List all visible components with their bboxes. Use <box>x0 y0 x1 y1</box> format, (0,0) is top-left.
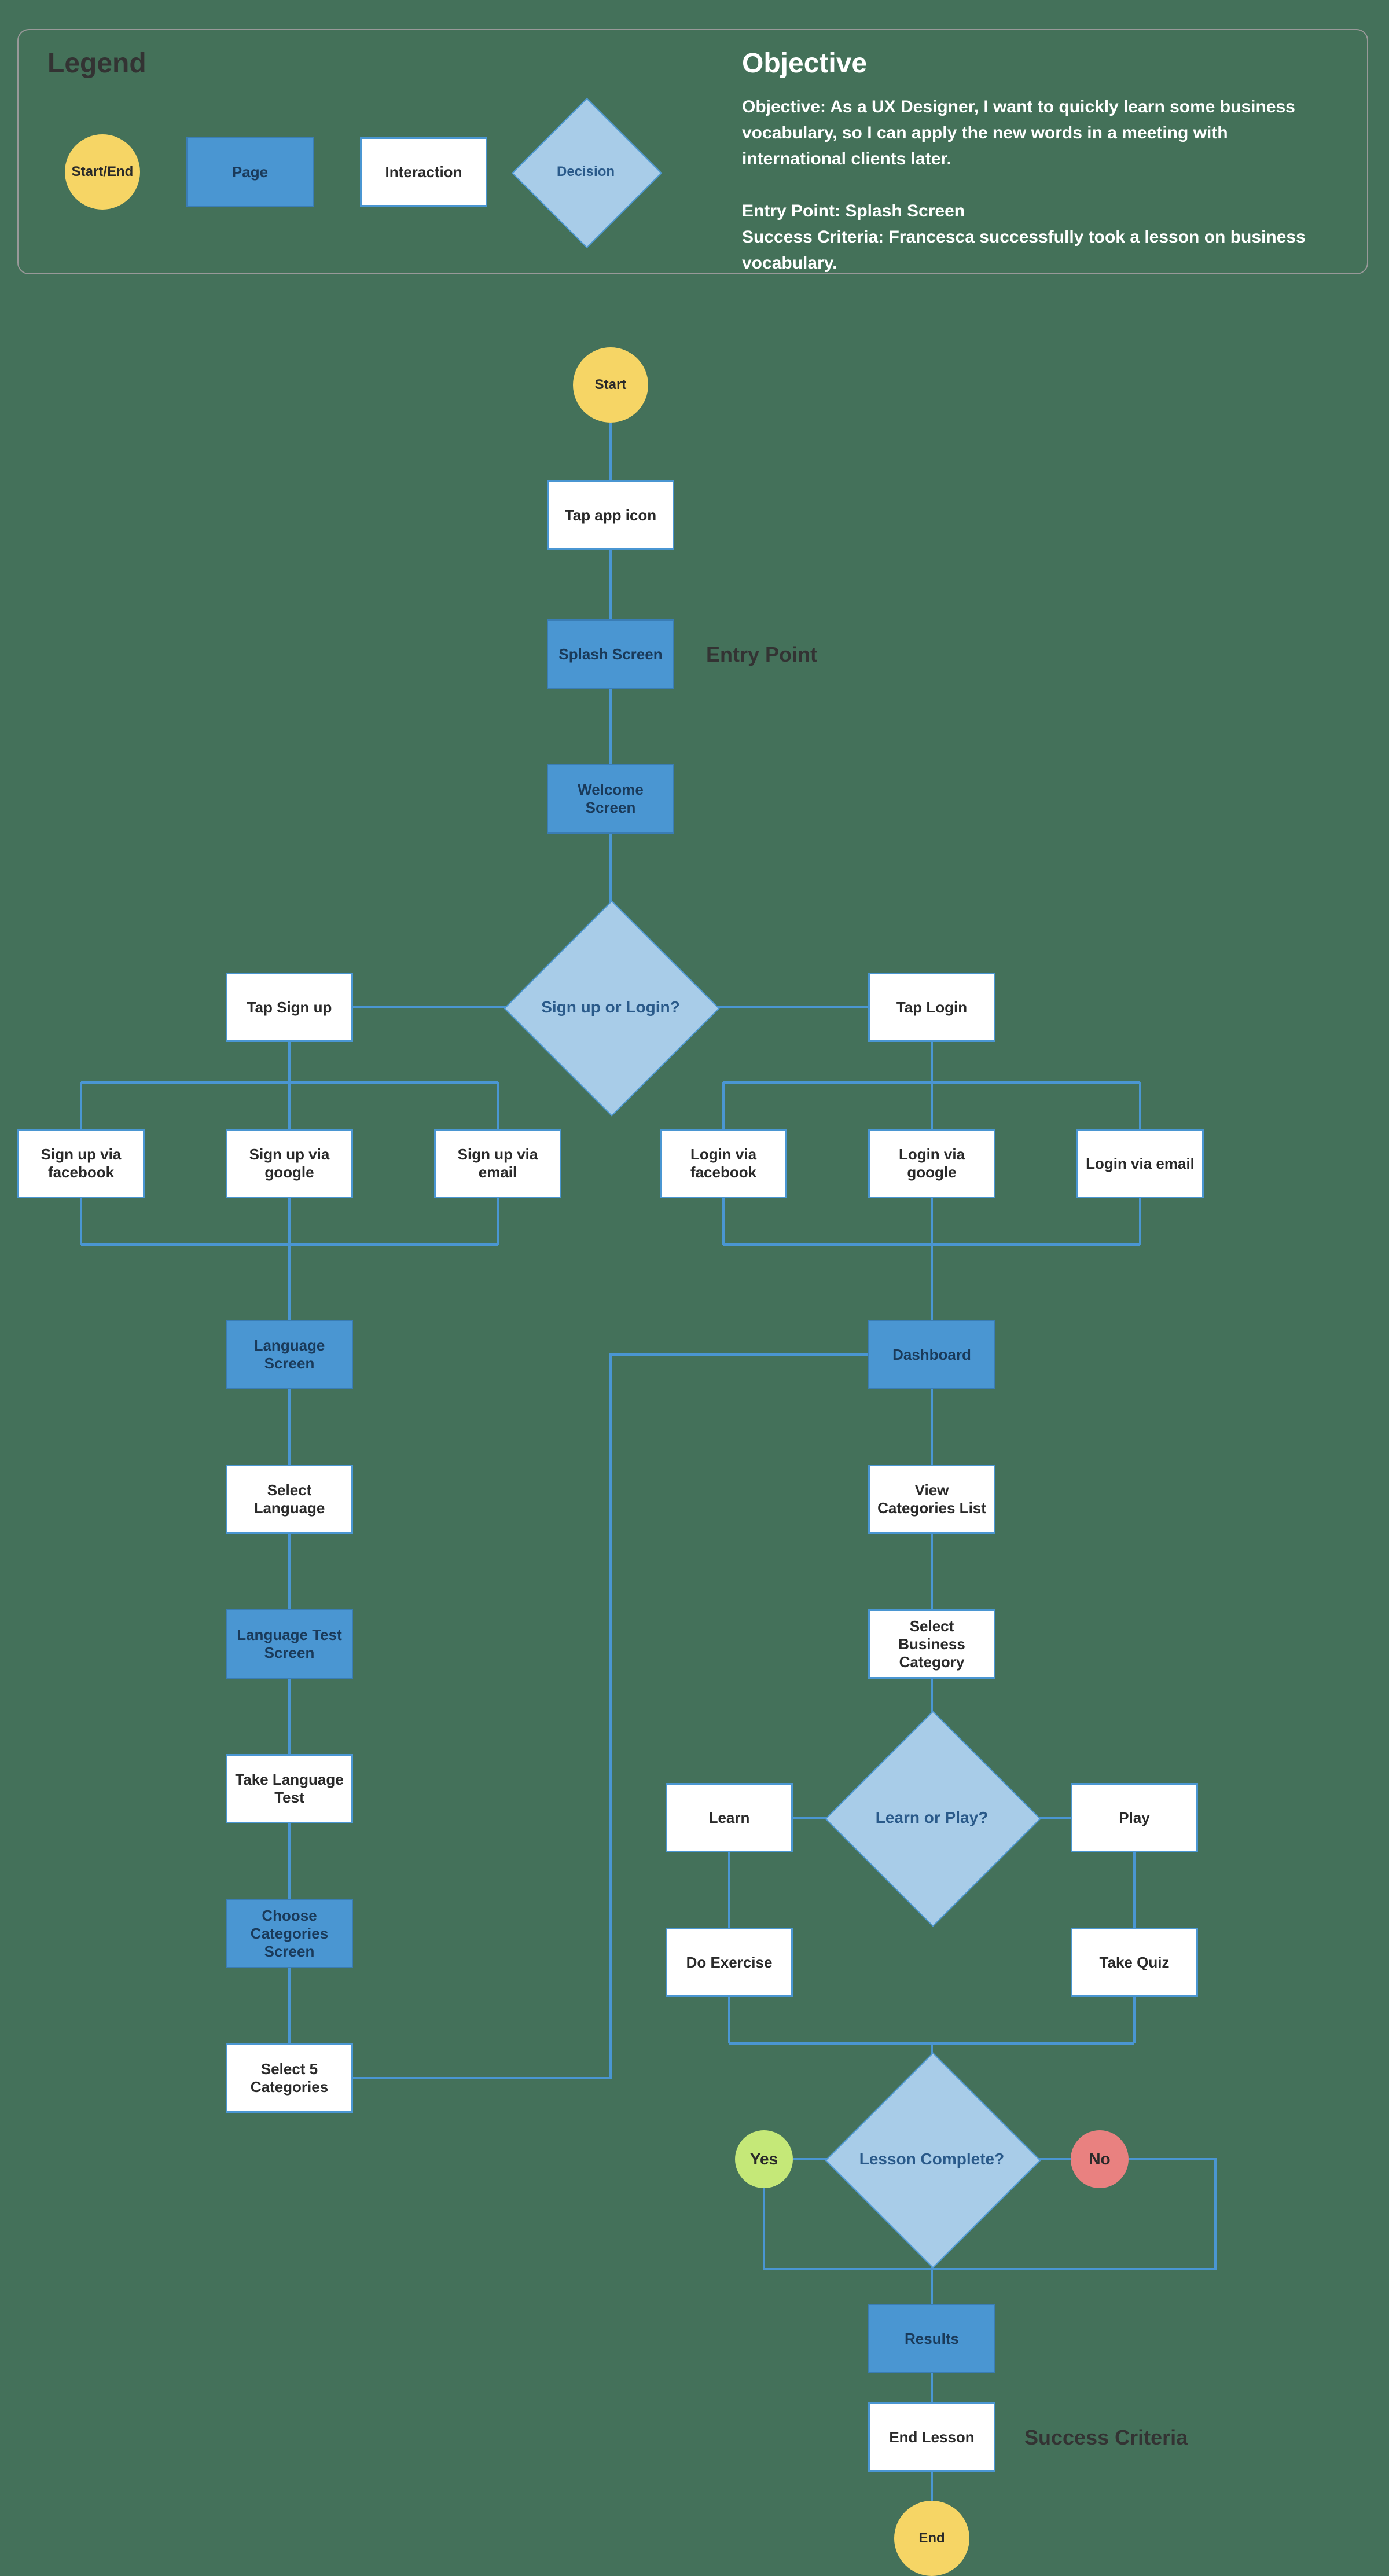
login-email: Login via email <box>1076 1129 1204 1198</box>
welcome-screen: Welcome Screen <box>547 764 674 834</box>
take-quiz: Take Quiz <box>1071 1928 1198 1997</box>
yes-label: Yes <box>750 2150 778 2168</box>
splash-screen-label: Splash Screen <box>558 645 662 663</box>
tap-app-icon-label: Tap app icon <box>565 507 656 524</box>
login-email-label: Login via email <box>1086 1155 1195 1173</box>
start-label: Start <box>595 377 627 393</box>
take-quiz-label: Take Quiz <box>1100 1954 1170 1972</box>
learn: Learn <box>666 1783 793 1852</box>
select-language-label: Select Language <box>232 1481 347 1517</box>
results-label: Results <box>905 2330 959 2348</box>
no-label: No <box>1089 2150 1110 2168</box>
flowchart-connectors <box>0 0 1389 2524</box>
objective-line1: Objective: As a UX Designer, I want to q… <box>742 94 1321 172</box>
view-categories-list-label: View Categories List <box>874 1481 989 1517</box>
signup-google-label: Sign up via google <box>232 1146 347 1181</box>
legend-title: Legend <box>47 47 146 79</box>
entry-point-annotation: Entry Point <box>706 643 817 667</box>
splash-screen: Splash Screen <box>547 619 674 689</box>
learn-or-play-decision: Learn or Play? <box>857 1742 1007 1893</box>
legend-interaction: Interaction <box>360 137 487 207</box>
objective-text: Objective: As a UX Designer, I want to q… <box>742 94 1321 276</box>
end-node: End <box>894 2501 969 2576</box>
login-facebook: Login via facebook <box>660 1129 787 1198</box>
end-lesson: End Lesson <box>868 2402 995 2472</box>
do-exercise-label: Do Exercise <box>686 1954 773 1972</box>
select-language: Select Language <box>226 1465 353 1534</box>
select-business-category: Select Business Category <box>868 1609 995 1679</box>
login-facebook-label: Login via facebook <box>666 1146 781 1181</box>
signup-facebook: Sign up via facebook <box>17 1129 145 1198</box>
signup-facebook-label: Sign up via facebook <box>24 1146 138 1181</box>
dashboard: Dashboard <box>868 1320 995 1389</box>
results: Results <box>868 2304 995 2373</box>
play: Play <box>1071 1783 1198 1852</box>
choose-categories-screen-label: Choose Categories Screen <box>232 1907 347 1961</box>
language-screen: Language Screen <box>226 1320 353 1389</box>
dashboard-label: Dashboard <box>892 1346 971 1364</box>
login-google-label: Login via google <box>874 1146 989 1181</box>
objective-line3: Success Criteria: Francesca successfully… <box>742 224 1321 276</box>
legend-start-end: Start/End <box>65 134 140 210</box>
lesson-complete-label: Lesson Complete? <box>857 2084 1007 2234</box>
language-test-screen-label: Language Test Screen <box>232 1626 347 1662</box>
tap-signup-label: Tap Sign up <box>247 999 332 1017</box>
legend-panel: Legend Start/End Page Interaction Decisi… <box>17 29 1368 274</box>
learn-or-play-label: Learn or Play? <box>857 1742 1007 1893</box>
yes-node: Yes <box>735 2130 793 2188</box>
select-business-category-label: Select Business Category <box>874 1617 989 1671</box>
end-label: End <box>918 2530 945 2546</box>
signup-email: Sign up via email <box>434 1129 561 1198</box>
login-google: Login via google <box>868 1129 995 1198</box>
legend-start-end-label: Start/End <box>72 164 134 180</box>
success-criteria-annotation: Success Criteria <box>1024 2425 1188 2450</box>
legend-page-label: Page <box>232 163 268 181</box>
signup-or-login-decision: Sign up or Login? <box>535 932 686 1082</box>
select-5-categories: Select 5 Categories <box>226 2043 353 2113</box>
legend-decision-label: Decision <box>534 120 638 224</box>
lesson-complete-decision: Lesson Complete? <box>857 2084 1007 2234</box>
objective-line2: Entry Point: Splash Screen <box>742 198 1321 224</box>
tap-app-icon: Tap app icon <box>547 480 674 550</box>
no-node: No <box>1071 2130 1129 2188</box>
signup-or-login-label: Sign up or Login? <box>535 932 686 1082</box>
welcome-screen-label: Welcome Screen <box>553 781 668 817</box>
select-5-categories-label: Select 5 Categories <box>232 2060 347 2096</box>
view-categories-list: View Categories List <box>868 1465 995 1534</box>
legend-decision: Decision <box>534 120 638 224</box>
tap-login: Tap Login <box>868 973 995 1042</box>
tap-signup: Tap Sign up <box>226 973 353 1042</box>
end-lesson-label: End Lesson <box>889 2428 974 2446</box>
objective-title: Objective <box>742 47 867 79</box>
play-label: Play <box>1119 1809 1150 1827</box>
language-screen-label: Language Screen <box>232 1337 347 1373</box>
take-language-test-label: Take Language Test <box>232 1771 347 1807</box>
tap-login-label: Tap Login <box>896 999 967 1017</box>
signup-email-label: Sign up via email <box>440 1146 555 1181</box>
language-test-screen: Language Test Screen <box>226 1609 353 1679</box>
choose-categories-screen: Choose Categories Screen <box>226 1899 353 1968</box>
legend-interaction-label: Interaction <box>385 163 462 181</box>
do-exercise: Do Exercise <box>666 1928 793 1997</box>
legend-page: Page <box>186 137 314 207</box>
signup-google: Sign up via google <box>226 1129 353 1198</box>
learn-label: Learn <box>709 1809 750 1827</box>
start-node: Start <box>573 347 648 423</box>
take-language-test: Take Language Test <box>226 1754 353 1823</box>
